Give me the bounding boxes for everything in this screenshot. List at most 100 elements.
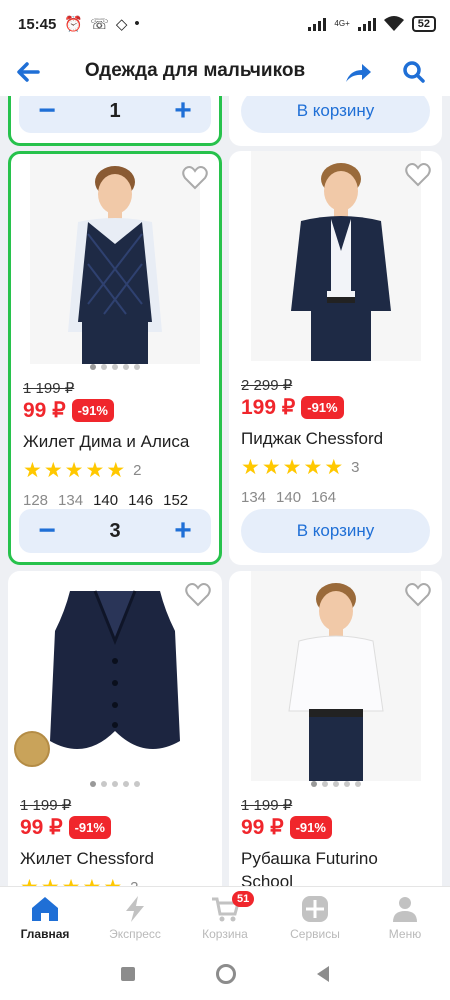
product-name[interactable]: Рубашка Futurino School xyxy=(241,847,434,886)
nav-label: Главная xyxy=(20,927,70,941)
size-option[interactable]: 140 xyxy=(276,489,301,506)
quantity-stepper: − 3 + xyxy=(19,509,211,553)
recent-apps-button[interactable] xyxy=(120,967,135,981)
decrement-button[interactable]: − xyxy=(33,96,61,126)
star-icon: ★ xyxy=(106,459,126,482)
bottom-navigation: Главная Экспресс 51 Корзина Сервисы Меню xyxy=(0,886,450,948)
rating-count: 3 xyxy=(351,459,360,476)
product-list[interactable]: − 1 + В корзину 1 199 ₽ 99 ₽ -91% Жилет … xyxy=(0,96,450,886)
current-price: 199 ₽ xyxy=(241,396,296,419)
old-price: 1 199 ₽ xyxy=(20,797,72,814)
nav-services[interactable]: Сервисы xyxy=(270,887,360,948)
product-name[interactable]: Пиджак Chessford xyxy=(241,427,434,450)
rating-count: 2 xyxy=(133,462,142,479)
star-icon: ★ xyxy=(64,459,84,482)
wifi-icon xyxy=(383,16,404,31)
size-option[interactable]: 146 xyxy=(128,492,153,509)
back-arrow-icon[interactable] xyxy=(12,56,44,88)
boy-shirt-image xyxy=(250,571,421,781)
status-time: 15:45 xyxy=(18,15,57,33)
discount-badge: -91% xyxy=(289,816,332,839)
boy-blazer-image xyxy=(250,151,421,361)
product-card[interactable]: 1 199 ₽ 99 ₽ -91% Рубашка Futurino Schoo… xyxy=(229,571,442,886)
profile-icon xyxy=(393,897,417,922)
product-card-partial[interactable]: − 1 + xyxy=(8,96,222,146)
add-to-cart-button[interactable]: В корзину xyxy=(241,96,430,133)
increment-button[interactable]: + xyxy=(169,96,197,126)
services-icon xyxy=(302,896,328,922)
product-name[interactable]: Жилет Дима и Алиса xyxy=(23,430,211,453)
image-carousel-dots xyxy=(11,364,219,370)
price-row: 99 ₽ -91% xyxy=(23,398,114,423)
network-type: 4G+ xyxy=(334,19,350,28)
star-icon: ★ xyxy=(20,877,39,886)
star-icon: ★ xyxy=(62,877,81,886)
size-list: 134 140 164 xyxy=(241,489,336,506)
diamond-icon: ◇ xyxy=(115,16,128,33)
boy-vest-image xyxy=(30,154,200,364)
increment-button[interactable]: + xyxy=(169,516,197,546)
product-card-partial[interactable]: В корзину xyxy=(229,96,442,146)
product-card[interactable]: 2 299 ₽ 199 ₽ -91% Пиджак Chessford ★ ★ ★ ★… xyxy=(229,151,442,565)
product-card[interactable]: 1 199 ₽ 99 ₽ -91% Жилет Дима и Алиса ★ ★ ★… xyxy=(8,151,222,565)
size-option[interactable]: 164 xyxy=(311,489,336,506)
nav-label: Экспресс xyxy=(109,927,161,941)
home-button[interactable] xyxy=(215,964,236,984)
nav-express[interactable]: Экспресс xyxy=(90,887,180,948)
product-name[interactable]: Жилет Chessford xyxy=(20,847,214,870)
product-card[interactable]: 1 199 ₽ 99 ₽ -91% Жилет Chessford ★★★★★ … xyxy=(8,571,222,886)
favorite-heart-icon[interactable] xyxy=(404,581,432,609)
nav-cart[interactable]: 51 Корзина xyxy=(180,887,270,948)
quantity-value: 3 xyxy=(109,519,121,542)
current-price: 99 ₽ xyxy=(20,816,63,839)
old-price: 2 299 ₽ xyxy=(241,377,293,394)
quantity-stepper: − 1 + xyxy=(19,96,211,133)
signal-icon xyxy=(308,17,327,31)
nav-home[interactable]: Главная xyxy=(0,887,90,948)
current-price: 99 ₽ xyxy=(23,399,66,422)
size-option[interactable]: 134 xyxy=(241,489,266,506)
image-carousel-dots xyxy=(8,781,222,787)
favorite-heart-icon[interactable] xyxy=(181,164,209,192)
missed-call-icon: ☏ xyxy=(90,16,109,33)
size-option[interactable]: 140 xyxy=(93,492,118,509)
size-option[interactable]: 128 xyxy=(23,492,48,509)
cart-count-badge: 51 xyxy=(232,891,255,907)
size-option[interactable]: 152 xyxy=(163,492,188,509)
decrement-button[interactable]: − xyxy=(33,516,61,546)
status-notification-icons: ⏰ ☏ ◇ • xyxy=(64,15,139,33)
share-icon[interactable] xyxy=(342,56,374,88)
quality-seal-icon xyxy=(14,731,50,767)
favorite-heart-icon[interactable] xyxy=(404,161,432,189)
nav-label: Меню xyxy=(388,927,422,941)
discount-badge: -91% xyxy=(71,399,114,422)
lightning-icon xyxy=(126,896,144,922)
nav-menu[interactable]: Меню xyxy=(360,887,450,948)
favorite-heart-icon[interactable] xyxy=(184,581,212,609)
rating: ★ ★ ★ ★ ★ 3 xyxy=(241,457,359,478)
price-row: 99 ₽ -91% xyxy=(20,815,111,840)
price-row: 199 ₽ -91% xyxy=(241,395,344,420)
old-price: 1 199 ₽ xyxy=(241,797,293,814)
price-row: 99 ₽ -91% xyxy=(241,815,332,840)
star-icon: ★ xyxy=(85,459,105,482)
signal-2-icon xyxy=(357,17,376,31)
rating: ★★★★★ 2 xyxy=(20,877,138,886)
size-option[interactable]: 134 xyxy=(58,492,83,509)
system-back-button[interactable] xyxy=(317,966,330,982)
star-icon: ★ xyxy=(41,877,60,886)
star-icon: ★ xyxy=(43,459,63,482)
search-icon[interactable] xyxy=(398,56,430,88)
page-title: Одежда для мальчиков xyxy=(84,60,306,81)
current-price: 99 ₽ xyxy=(241,816,284,839)
quantity-value: 1 xyxy=(109,99,121,122)
star-icon: ★ xyxy=(303,456,323,479)
rating-count: 2 xyxy=(130,879,138,886)
star-icon: ★ xyxy=(282,456,302,479)
star-icon: ★ xyxy=(103,877,122,886)
add-to-cart-button[interactable]: В корзину xyxy=(241,509,430,553)
status-bar: 15:45 ⏰ ☏ ◇ • 4G+ 52 xyxy=(0,0,450,48)
star-icon: ★ xyxy=(241,456,260,479)
rating: ★★★★★ 2 xyxy=(23,460,141,481)
home-icon xyxy=(32,897,58,921)
